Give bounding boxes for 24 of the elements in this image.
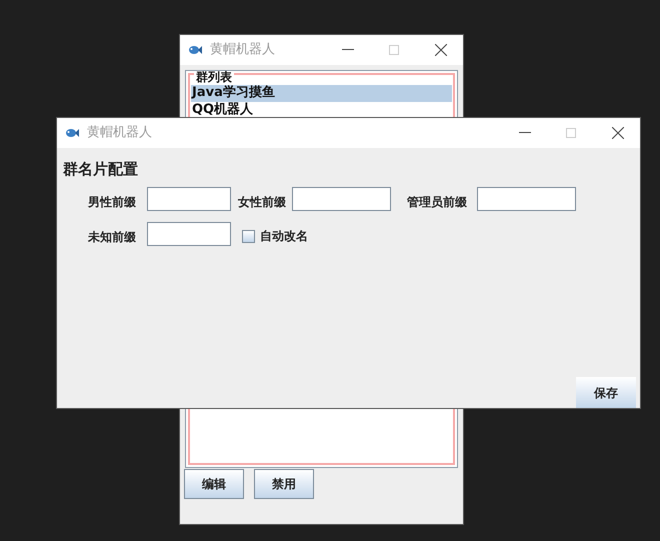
action-button[interactable]: 编辑 xyxy=(184,469,244,499)
close-icon[interactable] xyxy=(435,44,447,56)
list-item[interactable]: Java学习摸鱼 xyxy=(191,85,452,102)
field-label: 女性前缀 xyxy=(238,194,286,211)
field-label: 管理员前缀 xyxy=(407,194,467,211)
window-title: 黄帽机器人 xyxy=(210,41,276,60)
field-label: 男性前缀 xyxy=(88,194,136,211)
text-field[interactable] xyxy=(147,222,231,246)
window-title: 黄帽机器人 xyxy=(87,124,153,142)
text-field[interactable] xyxy=(477,187,576,211)
save-button[interactable]: 保存 xyxy=(576,377,636,408)
fish-icon xyxy=(65,128,79,138)
checkbox[interactable] xyxy=(242,230,255,242)
field-label: 未知前缀 xyxy=(88,229,136,246)
minimize-icon[interactable] xyxy=(519,132,531,134)
close-icon[interactable] xyxy=(612,127,624,139)
text-field[interactable] xyxy=(147,187,231,211)
action-button[interactable]: 禁用 xyxy=(254,469,314,499)
minimize-icon[interactable] xyxy=(342,49,354,51)
text-field[interactable] xyxy=(292,187,391,211)
fish-icon xyxy=(188,45,202,55)
section-heading: 群名片配置 xyxy=(63,159,138,180)
group-box-title: 群列表 xyxy=(194,71,234,84)
checkbox-label: 自动改名 xyxy=(260,228,308,245)
